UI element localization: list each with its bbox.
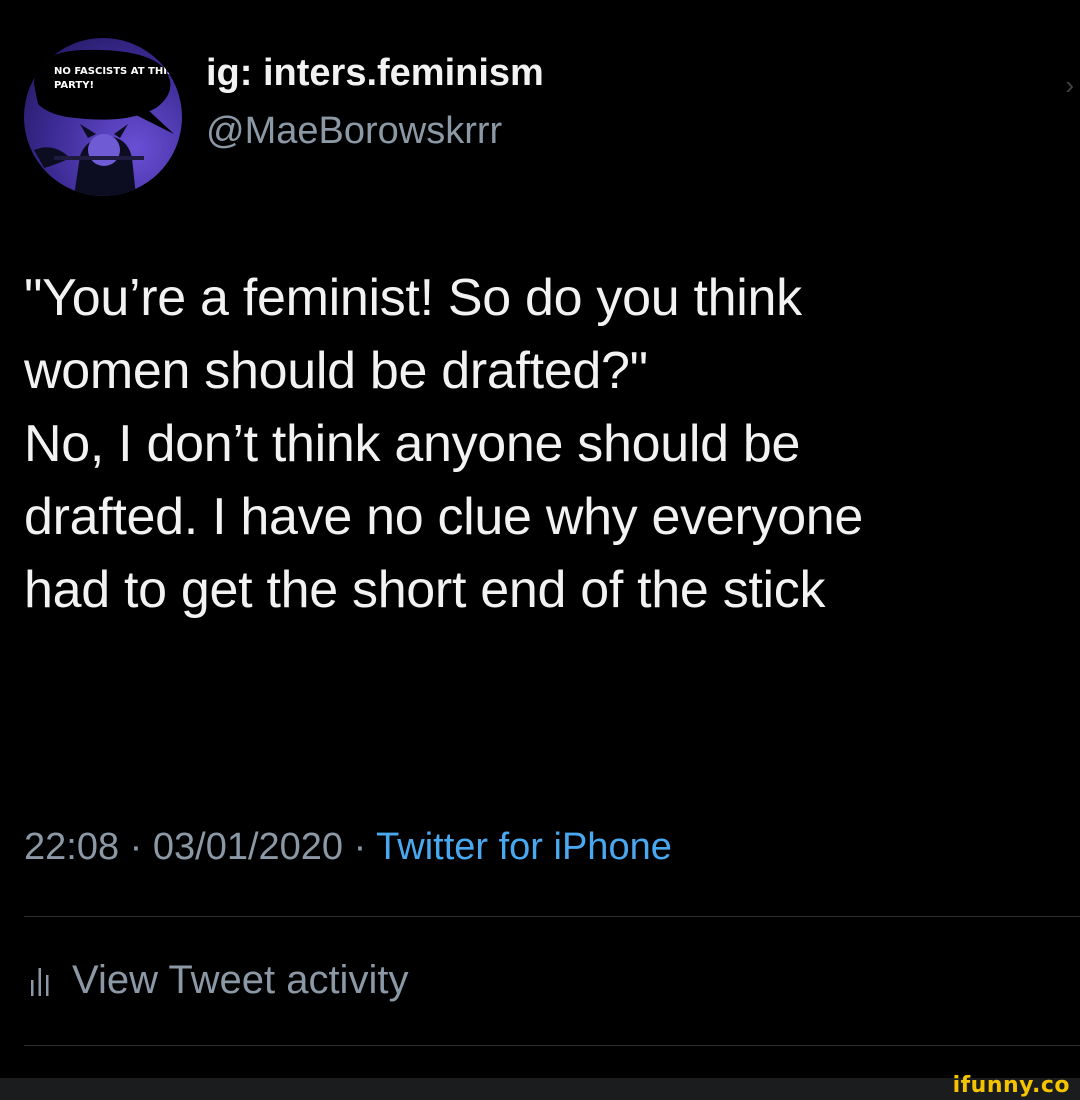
tweet-line: No, I don’t think anyone should be — [24, 415, 801, 473]
footer-bar — [0, 1078, 1080, 1100]
divider — [24, 916, 1080, 917]
meta-separator: · — [353, 826, 367, 868]
avatar[interactable]: NO FASCISTS AT THIS PARTY! — [24, 38, 182, 196]
svg-text:NO FASCISTS AT THIS: NO FASCISTS AT THIS — [54, 66, 174, 77]
tweet-line: drafted. I have no clue why everyone — [24, 488, 864, 546]
ifunny-watermark: ifunny.co — [952, 1073, 1070, 1098]
tweet-line: had to get the short end of the stick — [24, 561, 826, 619]
meta-separator: · — [129, 826, 143, 868]
svg-text:PARTY!: PARTY! — [54, 80, 94, 91]
more-options-icon[interactable]: › — [1065, 70, 1074, 101]
tweet-time[interactable]: 22:08 — [24, 826, 119, 868]
tweet-text: "You’re a feminist! So do you think wome… — [24, 262, 1064, 627]
tweet-metadata: 22:08 · 03/01/2020 · Twitter for iPhone — [24, 826, 672, 869]
user-handle[interactable]: @MaeBorowskrrr — [206, 110, 502, 153]
divider — [24, 1045, 1080, 1046]
bar-chart-icon — [30, 966, 50, 996]
tweet-line: women should be drafted?" — [24, 342, 648, 400]
tweet-source-link[interactable]: Twitter for iPhone — [376, 826, 672, 868]
view-tweet-activity-button[interactable]: View Tweet activity — [30, 958, 408, 1003]
tweet-date[interactable]: 03/01/2020 — [153, 826, 343, 868]
view-tweet-activity-label: View Tweet activity — [72, 958, 409, 1002]
tweet-line: "You’re a feminist! So do you think — [24, 269, 802, 327]
avatar-illustration: NO FASCISTS AT THIS PARTY! — [34, 49, 174, 196]
display-name[interactable]: ig: inters.feminism — [206, 52, 544, 95]
